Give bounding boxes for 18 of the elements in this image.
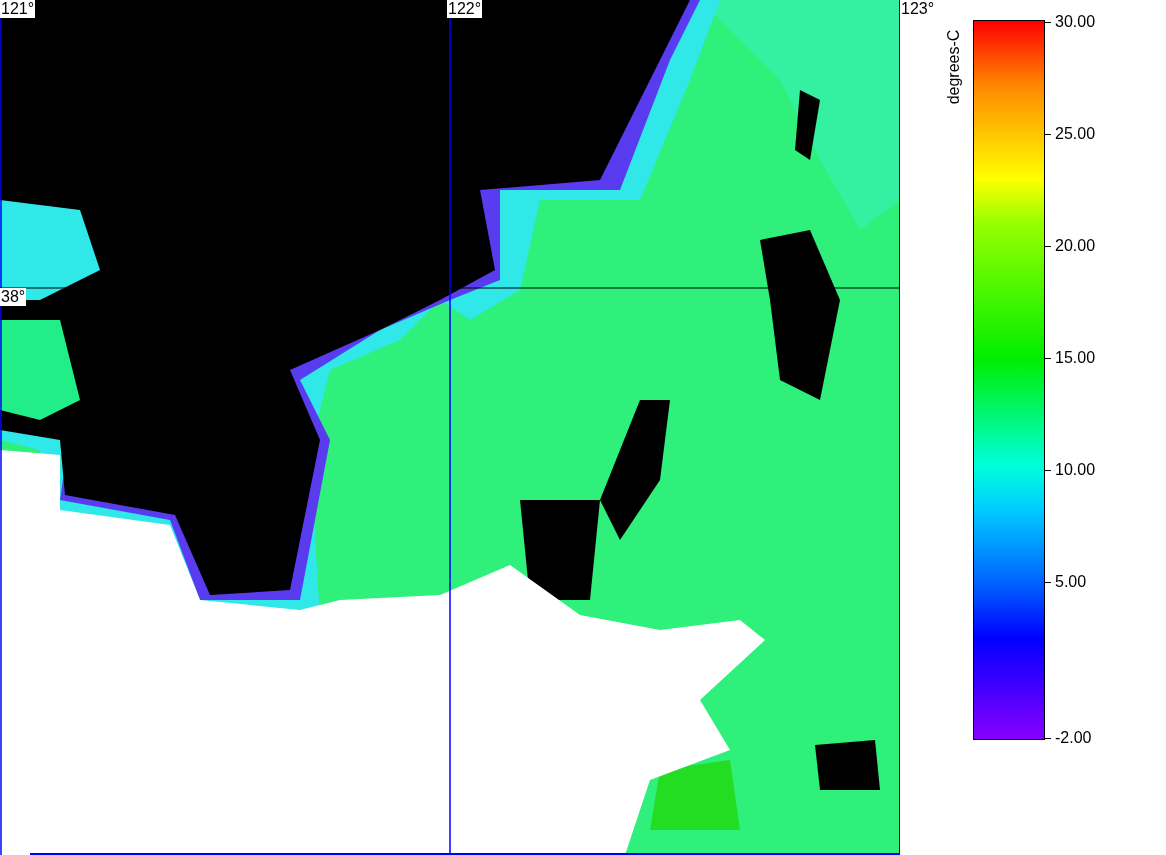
tick-label: -2.00 (1055, 729, 1092, 747)
tick-mark (1045, 357, 1051, 359)
tick-label: 15.00 (1055, 349, 1096, 367)
tick-label: 10.00 (1055, 461, 1096, 479)
tick-mark (1045, 581, 1051, 583)
tick-mark (1045, 245, 1051, 247)
tick-label: 20.00 (1055, 237, 1096, 255)
tick-label: 30.00 (1055, 13, 1096, 31)
latitude-label: 38° (0, 288, 27, 306)
tick-label: 5.00 (1055, 573, 1087, 591)
colorbar-title: degrees-C (945, 29, 964, 105)
tick-label: 25.00 (1055, 125, 1096, 143)
tick-mark (1045, 469, 1051, 471)
longitude-label: 122° (447, 0, 483, 18)
tick-mark (1045, 133, 1051, 135)
tick-mark (1045, 737, 1051, 739)
tick-mark (1045, 21, 1051, 23)
longitude-label: 121° (0, 0, 36, 18)
